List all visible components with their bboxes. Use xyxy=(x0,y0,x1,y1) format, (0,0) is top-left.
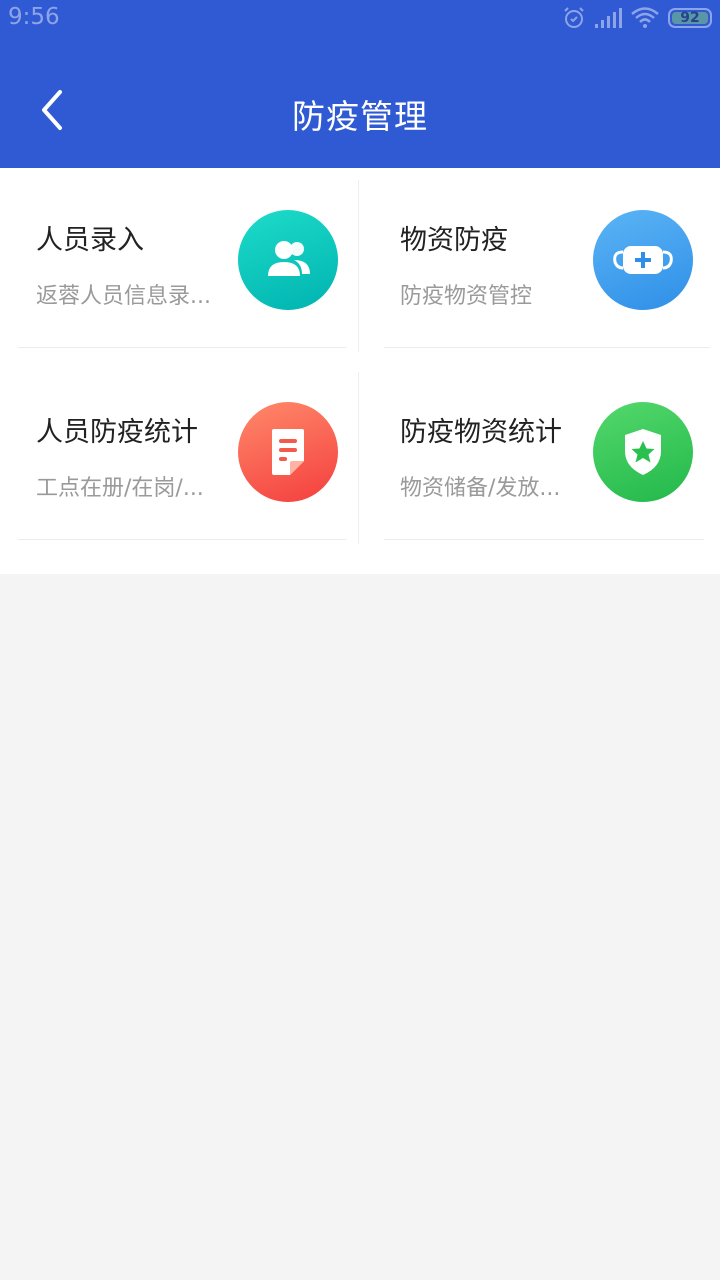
shield-star-icon xyxy=(593,402,693,502)
signal-icon xyxy=(594,7,622,29)
module-title: 防疫物资统计 xyxy=(400,417,562,448)
module-title: 人员防疫统计 xyxy=(36,417,198,448)
module-subtitle: 防疫物资管控 xyxy=(400,284,533,309)
module-subtitle: 物资储备/发放... xyxy=(400,476,561,501)
module-material-statistics[interactable]: 防疫物资统计 物资储备/发放... xyxy=(364,360,720,552)
wifi-icon xyxy=(630,6,660,30)
people-icon xyxy=(238,210,338,310)
module-personnel-entry[interactable]: 人员录入 返蓉人员信息录... xyxy=(0,168,360,360)
battery-level: 92 xyxy=(680,10,700,26)
status-bar: 9:56 92 xyxy=(0,0,720,38)
status-time: 9:56 xyxy=(8,4,60,30)
module-material-prevention[interactable]: 物资防疫 防疫物资管控 xyxy=(364,168,720,360)
app-header: 9:56 92 防疫管理 xyxy=(0,0,720,168)
alarm-icon xyxy=(562,6,586,30)
mask-icon xyxy=(593,210,693,310)
status-icons: 92 xyxy=(562,5,712,31)
module-title: 物资防疫 xyxy=(400,225,508,256)
page-title: 防疫管理 xyxy=(292,97,428,136)
document-icon xyxy=(238,402,338,502)
module-personnel-statistics[interactable]: 人员防疫统计 工点在册/在岗/... xyxy=(0,360,360,552)
module-grid: 人员录入 返蓉人员信息录... 物资防疫 防疫物资管控 人员防疫统计 工点在册/… xyxy=(0,168,720,574)
module-subtitle: 返蓉人员信息录... xyxy=(36,284,211,309)
module-title: 人员录入 xyxy=(36,225,144,256)
battery-icon: 92 xyxy=(668,8,712,28)
module-subtitle: 工点在册/在岗/... xyxy=(36,476,204,501)
